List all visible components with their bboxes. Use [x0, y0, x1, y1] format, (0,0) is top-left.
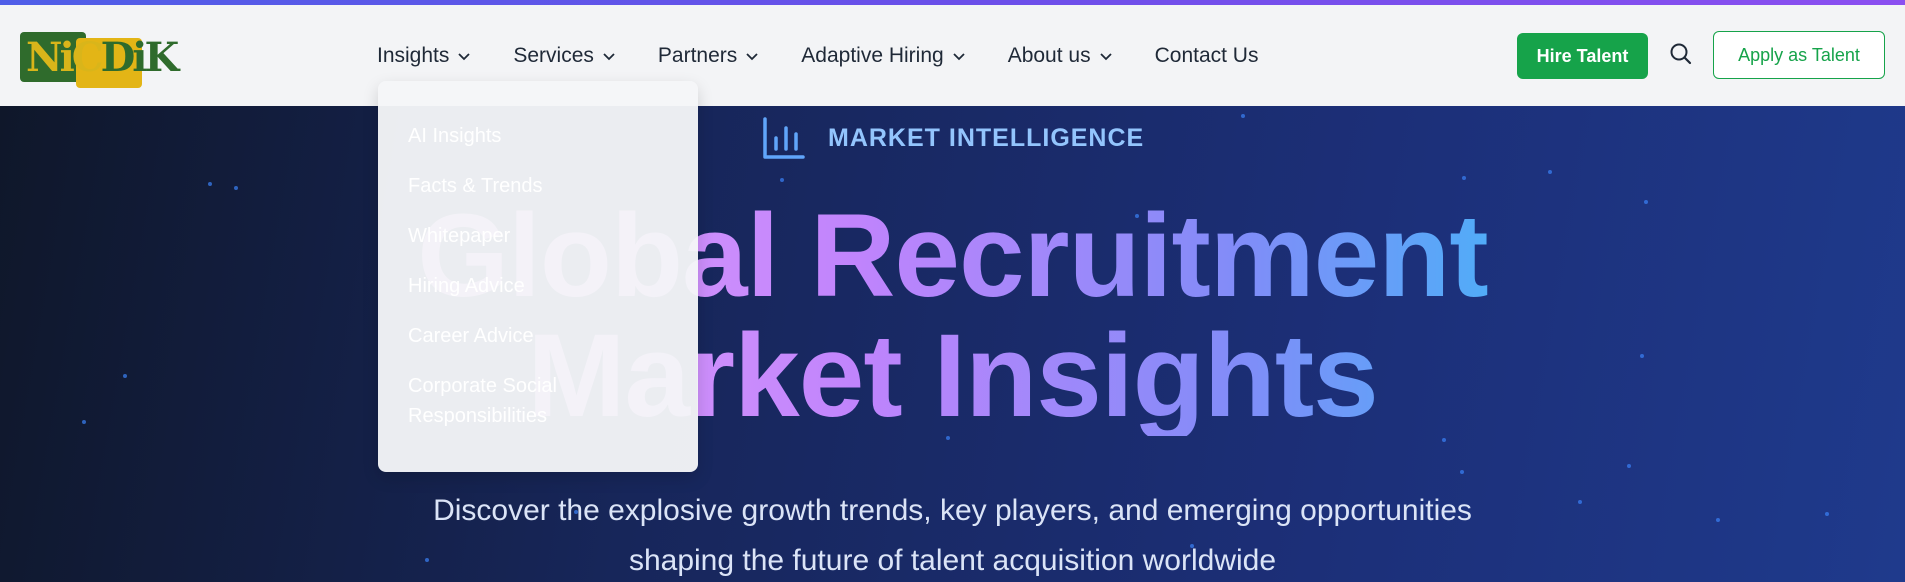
nav-item-label: Contact Us	[1154, 43, 1259, 67]
logo[interactable]: NiCDiK	[20, 26, 179, 88]
subtext-line-1: Discover the explosive growth trends, ke…	[433, 494, 1472, 527]
bar-chart-icon	[763, 117, 805, 159]
subtext-line-2: shaping the future of talent acquisition…	[628, 544, 1277, 577]
insights-dropdown-menu: AI Insights Facts & Trends Whitepaper Hi…	[378, 81, 698, 472]
chevron-down-icon	[603, 52, 615, 60]
nav-item-label: Insights	[377, 43, 450, 67]
hire-talent-button[interactable]: Hire Talent	[1517, 33, 1648, 79]
nav-item-label: Partners	[657, 43, 738, 67]
dropdown-item-corporate-social-responsibilities[interactable]: Corporate Social Responsibilities	[408, 371, 668, 431]
nav-item-contact-us[interactable]: Contact Us	[1155, 44, 1259, 68]
chevron-down-icon	[458, 52, 471, 60]
market-intelligence-label: MARKET INTELLIGENCE	[762, 116, 1144, 160]
star-dot	[1462, 176, 1466, 180]
dropdown-item-facts-trends[interactable]: Facts & Trends	[408, 171, 668, 201]
nav-item-partners[interactable]: Partners	[658, 44, 759, 68]
nav-item-services[interactable]: Services	[513, 44, 616, 68]
star-dot	[1442, 438, 1446, 442]
star-dot	[1460, 470, 1464, 474]
hero-headline: Global Recruitment Market Insights	[0, 196, 1905, 436]
dropdown-item-career-advice[interactable]: Career Advice	[408, 321, 668, 351]
star-dot	[1627, 464, 1631, 468]
site-header: NiCDiK Insights Services Partners Adapti…	[0, 5, 1905, 106]
nav-item-insights[interactable]: Insights	[377, 44, 471, 68]
nav-item-about-us[interactable]: About us	[1008, 44, 1113, 68]
dropdown-item-hiring-advice[interactable]: Hiring Advice	[408, 271, 668, 301]
star-dot	[1241, 114, 1245, 118]
star-dot	[1548, 170, 1552, 174]
hero-section: MARKET INTELLIGENCE Global Recruitment M…	[0, 106, 1905, 582]
chevron-down-icon	[1099, 52, 1112, 60]
nav-item-label: Services	[513, 43, 594, 67]
search-icon[interactable]	[1668, 41, 1694, 67]
star-dot	[208, 182, 212, 186]
logo-text: NiCDiK	[26, 34, 179, 81]
star-dot	[234, 186, 238, 190]
dropdown-item-whitepaper[interactable]: Whitepaper	[408, 221, 668, 251]
apply-as-talent-button[interactable]: Apply as Talent	[1713, 31, 1885, 79]
nav-item-adaptive-hiring[interactable]: Adaptive Hiring	[801, 44, 965, 68]
nav-item-label: About us	[1007, 43, 1091, 67]
eyebrow-text: MARKET INTELLIGENCE	[828, 123, 1145, 152]
hero-subtext: Discover the explosive growth trends, ke…	[0, 486, 1905, 582]
dropdown-item-ai-insights[interactable]: AI Insights	[408, 121, 668, 151]
nav-item-label: Adaptive Hiring	[801, 43, 944, 67]
star-dot	[780, 178, 784, 182]
chevron-down-icon	[953, 52, 965, 60]
chevron-down-icon	[746, 52, 758, 60]
